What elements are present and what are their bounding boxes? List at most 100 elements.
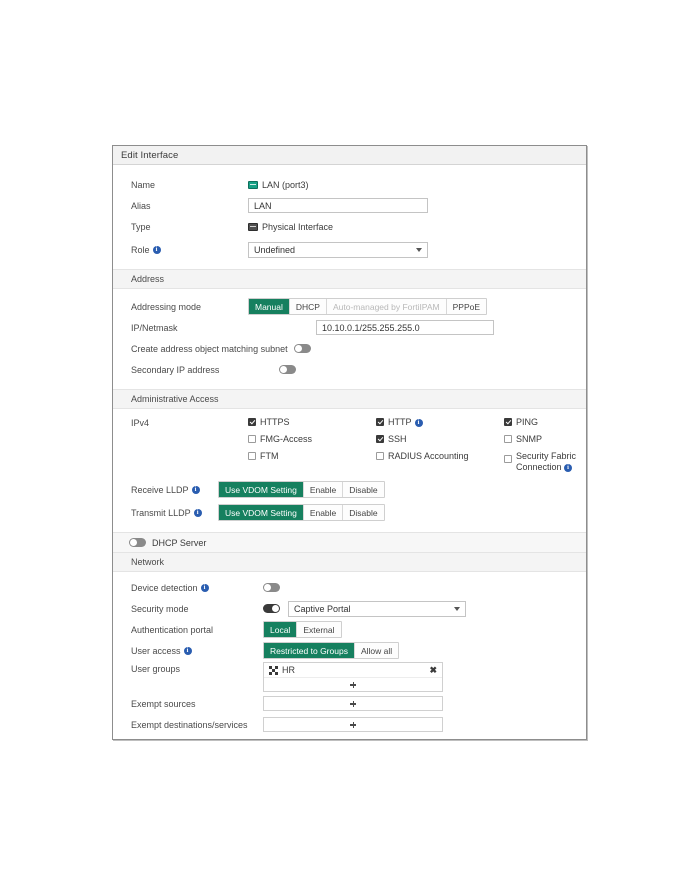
receive-lldp-disable[interactable]: Disable [343, 482, 384, 497]
ip-netmask-input[interactable]: 10.10.0.1/255.255.255.0 [316, 320, 494, 335]
addressing-mode-row: Addressing mode Manual DHCP Auto-managed… [113, 296, 586, 317]
user-access-segmented: Restricted to Groups Allow all [263, 642, 400, 659]
checkbox-ftm[interactable]: FTM [248, 451, 376, 473]
name-row: Name LAN (port3) [113, 174, 586, 195]
plus-icon [350, 700, 356, 707]
redirect-after-captive-portal-row: Redirect after Captive Portal Original R… [113, 737, 586, 739]
authentication-portal-row: Authentication portal Local External [113, 619, 586, 640]
screenshot-canvas: Edit Interface Name LAN (port3) Alias LA… [0, 0, 700, 889]
network-section: Device detection i Security mode Captive… [113, 572, 586, 739]
user-groups-row: User groups HR ✖ [113, 661, 586, 693]
checkbox-box[interactable] [504, 455, 512, 463]
dhcp-server-toggle[interactable] [129, 538, 146, 547]
checkbox-box[interactable] [248, 452, 256, 460]
network-section-title: Network [131, 557, 165, 567]
info-icon[interactable]: i [193, 508, 202, 517]
transmit-lldp-disable[interactable]: Disable [343, 505, 384, 520]
addressing-mode-label: Addressing mode [131, 301, 202, 312]
type-label: Type [131, 221, 151, 232]
name-field: LAN (port3) [248, 180, 309, 190]
security-mode-toggle[interactable] [263, 604, 280, 613]
alias-input[interactable]: LAN [248, 198, 428, 213]
auth-portal-external[interactable]: External [297, 622, 341, 637]
info-icon[interactable]: i [414, 418, 423, 427]
checkbox-box[interactable] [504, 435, 512, 443]
checkbox-box[interactable] [376, 418, 384, 426]
auth-portal-local[interactable]: Local [264, 622, 298, 637]
role-label: Role i [113, 245, 248, 255]
security-mode-row: Security mode Captive Portal [113, 598, 586, 619]
security-mode-select[interactable]: Captive Portal [288, 600, 466, 617]
receive-lldp-segmented: Use VDOM Setting Enable Disable [218, 481, 385, 498]
checkbox-ping[interactable]: PING [504, 417, 586, 428]
user-access-restricted[interactable]: Restricted to Groups [264, 643, 355, 658]
checkbox-label: PING [516, 417, 539, 427]
checkbox-snmp[interactable]: SNMP [504, 434, 586, 445]
receive-lldp-enable[interactable]: Enable [303, 482, 344, 497]
info-icon[interactable]: i [564, 463, 573, 472]
user-access-row: User access i Restricted to Groups Allow… [113, 640, 586, 661]
security-mode-label: Security mode [131, 603, 189, 614]
name-label: Name [131, 179, 156, 190]
admin-access-section: IPv4 HTTPS HTTP i PING FMG-Access SSH SN… [113, 409, 586, 532]
checkbox-box[interactable] [248, 418, 256, 426]
ip-netmask-label: IP/Netmask [131, 322, 178, 333]
add-user-group-button[interactable] [264, 677, 442, 691]
checkbox-https[interactable]: HTTPS [248, 417, 376, 428]
checkbox-radius-accounting[interactable]: RADIUS Accounting [376, 451, 504, 473]
transmit-lldp-use-vdom[interactable]: Use VDOM Setting [219, 505, 304, 520]
chevron-down-icon [454, 606, 460, 611]
authentication-portal-segmented: Local External [263, 621, 342, 638]
checkbox-box[interactable] [504, 418, 512, 426]
exempt-sources-row: Exempt sources [113, 693, 586, 714]
checkbox-label: RADIUS Accounting [388, 451, 469, 461]
remove-user-group-icon[interactable]: ✖ [429, 665, 437, 675]
user-group-item[interactable]: HR ✖ [264, 663, 442, 677]
role-row: Role i Undefined [113, 239, 586, 260]
dialog-title: Edit Interface [121, 149, 179, 161]
info-icon[interactable]: i [183, 646, 192, 655]
info-icon[interactable]: i [200, 583, 209, 592]
user-access-label-text: User access [131, 645, 181, 656]
checkbox-ssh[interactable]: SSH [376, 434, 504, 445]
ipv4-label: IPv4 [131, 418, 150, 428]
checkbox-fmg-access[interactable]: FMG-Access [248, 434, 376, 445]
checkbox-http[interactable]: HTTP i [376, 417, 504, 428]
checkbox-box[interactable] [376, 452, 384, 460]
secondary-ip-toggle[interactable] [279, 365, 297, 374]
interface-icon [248, 180, 258, 189]
transmit-lldp-label: Transmit LLDP i [113, 508, 218, 518]
checkbox-label: FMG-Access [260, 434, 313, 444]
physical-interface-icon [248, 222, 258, 231]
receive-lldp-use-vdom[interactable]: Use VDOM Setting [219, 482, 304, 497]
plus-icon [350, 721, 356, 728]
dialog-titlebar: Edit Interface [113, 146, 586, 165]
addressing-mode-pppoe[interactable]: PPPoE [446, 299, 487, 314]
type-row: Type Physical Interface [113, 216, 586, 237]
user-groups-label: User groups [131, 664, 181, 674]
role-select[interactable]: Undefined [248, 241, 428, 258]
addressing-mode-dhcp[interactable]: DHCP [289, 299, 327, 314]
edit-interface-dialog: Edit Interface Name LAN (port3) Alias LA… [112, 145, 587, 740]
info-icon[interactable]: i [152, 245, 161, 254]
name-value: LAN (port3) [262, 179, 309, 190]
addressing-mode-manual[interactable]: Manual [249, 299, 290, 314]
add-exempt-source-button[interactable] [264, 697, 442, 710]
create-address-object-toggle[interactable] [293, 344, 311, 353]
add-exempt-destination-button[interactable] [264, 718, 442, 731]
alias-row: Alias LAN [113, 195, 586, 216]
device-detection-row: Device detection i [113, 577, 586, 598]
checkbox-box[interactable] [248, 435, 256, 443]
transmit-lldp-enable[interactable]: Enable [303, 505, 344, 520]
create-address-object-row: Create address object matching subnet [113, 338, 586, 359]
exempt-destinations-row: Exempt destinations/services [113, 714, 586, 735]
checkbox-security-fabric-connection[interactable]: Security Fabric Connection i [504, 451, 586, 473]
checkbox-box[interactable] [376, 435, 384, 443]
admin-access-section-title: Administrative Access [131, 394, 219, 404]
addressing-mode-fortiipam: Auto-managed by FortiIPAM [326, 299, 447, 314]
info-icon[interactable]: i [191, 485, 200, 494]
device-detection-toggle[interactable] [263, 583, 280, 592]
addressing-mode-segmented: Manual DHCP Auto-managed by FortiIPAM PP… [248, 298, 488, 315]
user-access-allow-all[interactable]: Allow all [354, 643, 399, 658]
device-detection-label: Device detection i [113, 583, 263, 593]
